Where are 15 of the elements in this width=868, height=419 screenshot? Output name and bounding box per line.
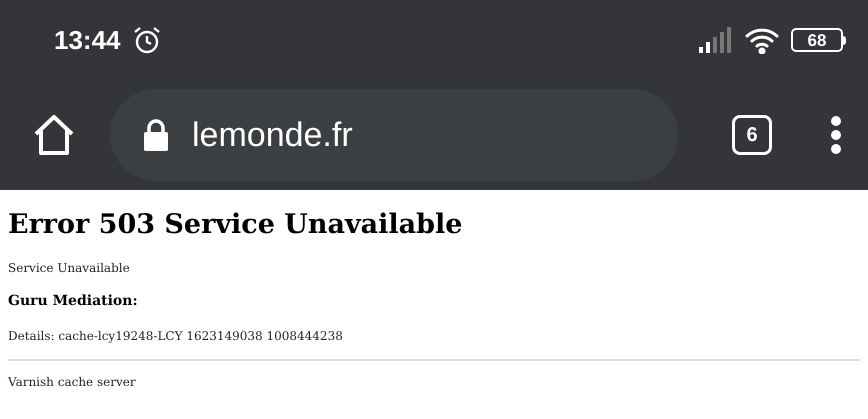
menu-icon[interactable]: [830, 115, 842, 155]
error-heading: Error 503 Service Unavailable: [8, 208, 464, 242]
address-bar[interactable]: lemonde.fr: [110, 89, 678, 181]
status-time: 13:44: [54, 24, 120, 56]
error-details: Details: cache-lcy19248-LCY 1623149038 1008444238: [8, 328, 344, 345]
battery-indicator: 68: [791, 28, 846, 52]
server-footer: Varnish cache server: [8, 372, 860, 391]
wifi-icon: [745, 26, 779, 54]
lock-icon: [142, 118, 170, 152]
home-icon[interactable]: [32, 114, 76, 156]
error-message: Service Unavailable: [8, 260, 131, 277]
url-text: lemonde.fr: [192, 114, 353, 156]
tab-count-button[interactable]: 6: [732, 115, 772, 155]
signal-icon: [699, 27, 733, 53]
guru-heading: Guru Mediation:: [8, 292, 139, 311]
